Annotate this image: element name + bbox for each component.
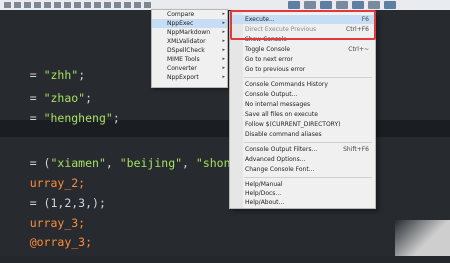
chevron-right-icon: ▸ <box>222 20 225 26</box>
code-token: , <box>105 156 120 170</box>
menu-label: Console Output Filters... <box>245 146 318 153</box>
chevron-right-icon: ▸ <box>222 11 225 17</box>
menu-item-next-error[interactable]: Go to next error <box>230 55 375 64</box>
menu-separator <box>244 142 372 143</box>
menu-label: NppExec <box>167 20 194 27</box>
toolbar-icon[interactable] <box>144 2 151 8</box>
menu-label: Go to previous error <box>245 66 306 73</box>
submenu-item-dspellcheck[interactable]: DSpellCheck ▸ <box>152 46 227 55</box>
menu-item-follow-current-directory[interactable]: Follow $(CURRENT_DIRECTORY) <box>230 120 375 129</box>
menu-item-change-console-font[interactable]: Change Console Font... <box>230 165 375 174</box>
code-token: "hengheng" <box>43 111 113 125</box>
toolbar-button[interactable] <box>352 1 364 9</box>
highlight-annotation-box <box>230 10 376 40</box>
menu-item-no-internal-messages[interactable]: No internal messages <box>230 100 375 109</box>
toolbar-icon[interactable] <box>4 2 11 8</box>
toolbar-button[interactable] <box>304 1 316 9</box>
menu-label: Advanced Options... <box>245 156 306 163</box>
chevron-right-icon: ▸ <box>222 38 225 44</box>
menu-item-advanced-options[interactable]: Advanced Options... <box>230 155 375 164</box>
toolbar-icon[interactable] <box>94 2 101 8</box>
menu-label: MIME Tools <box>167 56 200 63</box>
menu-item-console-output-filters[interactable]: Console Output Filters... Shift+F6 <box>230 145 375 154</box>
menu-item-console-commands-history[interactable]: Console Commands History <box>230 80 375 89</box>
toolbar-icon[interactable] <box>34 2 41 8</box>
code-line[interactable]: urray_3; <box>2 202 85 230</box>
code-token: ; <box>112 111 120 125</box>
menu-item-toggle-console[interactable]: Toggle Console Ctrl+~ <box>230 45 375 54</box>
toolbar-button[interactable] <box>336 1 348 9</box>
menu-shortcut: Shift+F6 <box>343 146 369 153</box>
toolbar-button[interactable] <box>320 1 332 9</box>
toolbar-icon[interactable] <box>84 2 91 8</box>
toolbar-icon[interactable] <box>134 2 141 8</box>
toolbar-icon[interactable] <box>114 2 121 8</box>
menu-label: Follow $(CURRENT_DIRECTORY) <box>245 121 341 128</box>
menu-label: Help/Docs... <box>245 190 282 197</box>
code-line[interactable]: = (1,2,3,); <box>2 182 106 210</box>
submenu-item-converter[interactable]: Converter ▸ <box>152 64 227 73</box>
toolbar-icon[interactable] <box>44 2 51 8</box>
chevron-right-icon: ▸ <box>222 47 225 53</box>
menu-label: Help/Manual <box>245 181 283 188</box>
menu-label: No internal messages <box>245 101 311 108</box>
submenu-item-nppmarkdown[interactable]: NppMarkdown ▸ <box>152 28 227 37</box>
toolbar-icon[interactable] <box>124 2 131 8</box>
menu-shortcut: Ctrl+~ <box>348 46 369 53</box>
menu-item-help-docs[interactable]: Help/Docs... <box>230 189 375 198</box>
menu-label: Compare <box>167 11 195 18</box>
chevron-right-icon: ▸ <box>222 65 225 71</box>
menu-separator <box>244 177 372 178</box>
code-line[interactable]: = "zhao"; <box>2 77 92 105</box>
plugins-submenu: Compare ▸ NppExec ▸ NppMarkdown ▸ XMLVal… <box>151 9 228 88</box>
menu-label: Toggle Console <box>245 46 291 53</box>
toolbar-button[interactable] <box>368 1 380 9</box>
toolbar-icon[interactable] <box>14 2 21 8</box>
menu-item-disable-command-aliases[interactable]: Disable command aliases <box>230 130 375 139</box>
chevron-right-icon: ▸ <box>222 74 225 80</box>
nppexec-menu: Execute... F6 Direct Execute Previous Ct… <box>229 11 376 209</box>
code-token: @orray_3; <box>29 235 93 249</box>
menu-label: Console Commands History <box>245 81 328 88</box>
toolbar-icon[interactable] <box>74 2 81 8</box>
menu-label: NppMarkdown <box>167 29 211 36</box>
menu-label: DSpellCheck <box>167 47 205 54</box>
menu-item-save-all-files[interactable]: Save all files on execute <box>230 110 375 119</box>
menu-label: Console Output... <box>245 91 298 98</box>
menu-item-previous-error[interactable]: Go to previous error <box>230 65 375 74</box>
code-token: "beijing" <box>119 156 183 170</box>
submenu-item-xmlvalidator[interactable]: XMLValidator ▸ <box>152 37 227 46</box>
code-line[interactable]: @orray_3; <box>2 221 92 249</box>
toolbar-icon[interactable] <box>24 2 31 8</box>
code-token: = <box>29 111 44 125</box>
code-line[interactable]: urray_2; <box>2 162 85 190</box>
menu-label: Converter <box>167 65 197 72</box>
chevron-right-icon: ▸ <box>222 56 225 62</box>
menu-label: Save all files on execute <box>245 111 318 118</box>
menu-item-help-manual[interactable]: Help/Manual <box>230 180 375 189</box>
code-line[interactable]: = "zhh"; <box>2 54 85 82</box>
toolbar-button[interactable] <box>384 1 396 9</box>
menu-label: NppExport <box>167 74 199 81</box>
menu-item-help-about[interactable]: Help/About... <box>230 198 375 207</box>
menu-label: Go to next error <box>245 56 293 63</box>
menu-item-console-output[interactable]: Console Output... <box>230 90 375 99</box>
submenu-item-nppexec[interactable]: NppExec ▸ <box>152 19 227 28</box>
menu-label: Help/About... <box>245 199 285 206</box>
submenu-item-compare[interactable]: Compare ▸ <box>152 10 227 19</box>
menu-label: Change Console Font... <box>245 166 315 173</box>
code-token: , <box>182 156 196 170</box>
code-line[interactable]: = "hengheng"; <box>2 97 120 125</box>
menu-separator <box>244 77 372 78</box>
chevron-right-icon: ▸ <box>222 29 225 35</box>
toolbar-button[interactable] <box>288 1 300 9</box>
watermark <box>395 220 450 256</box>
toolbar-icon[interactable] <box>64 2 71 8</box>
menu-label: XMLValidator <box>167 38 206 45</box>
toolbar-icon[interactable] <box>104 2 111 8</box>
submenu-item-mime-tools[interactable]: MIME Tools ▸ <box>152 55 227 64</box>
menu-label: Disable command aliases <box>245 131 322 138</box>
toolbar-icon[interactable] <box>54 2 61 8</box>
submenu-item-nppexport[interactable]: NppExport ▸ <box>152 73 227 82</box>
